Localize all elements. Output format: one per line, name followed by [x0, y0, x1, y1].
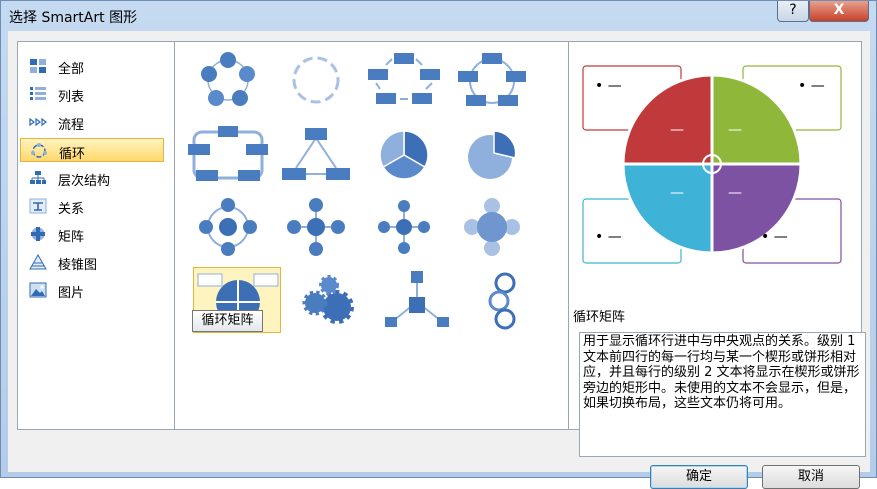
preview-quadrant-label: — — [670, 185, 684, 201]
multidirectional-cycle-thumbnail — [282, 128, 350, 180]
category-label: 循环 — [59, 147, 86, 162]
gear-thumbnail — [302, 275, 354, 324]
preview-bullet-top-right: • — — [798, 78, 825, 94]
layout-chevron-cycle[interactable] — [461, 267, 549, 333]
category-label: 棱锥图 — [58, 258, 98, 273]
block-cycle-thumbnail — [368, 53, 440, 104]
layout-pie[interactable] — [448, 122, 536, 188]
title-bar: 选择 SmartArt 图形 ? X — [1, 1, 876, 31]
layout-multidirectional-cycle[interactable] — [272, 122, 360, 188]
radial-venn-thumbnail — [464, 198, 520, 256]
layout-diverging-radial[interactable] — [360, 194, 448, 260]
radial-cycle-thumbnail — [199, 198, 257, 256]
layout-basic-radial[interactable] — [272, 194, 360, 260]
category-all[interactable]: 全部 — [20, 54, 164, 78]
segmented-cycle-thumbnail — [379, 130, 429, 180]
process-arrows-icon — [29, 117, 47, 127]
layout-basic-cycle[interactable] — [184, 47, 272, 113]
cancel-button[interactable]: 取消 — [762, 465, 860, 489]
layout-gear[interactable] — [285, 267, 373, 333]
preview-description: 用于显示循环行进中与中央观点的关系。级别 1 文本前四行的每一行均与某一个楔形或… — [579, 332, 866, 457]
category-label: 图片 — [58, 286, 85, 301]
help-button[interactable]: ? — [777, 1, 809, 22]
relationship-icon — [29, 198, 47, 214]
preview-title: 循环矩阵 — [573, 310, 626, 325]
category-label: 矩阵 — [58, 230, 85, 245]
window-title: 选择 SmartArt 图形 — [9, 10, 138, 26]
cycle-icon — [31, 143, 47, 158]
grid-all-icon — [30, 59, 46, 73]
category-label: 关系 — [58, 202, 85, 217]
category-matrix[interactable]: 矩阵 — [20, 222, 164, 246]
category-label: 流程 — [58, 118, 85, 133]
matrix-icon — [31, 227, 45, 241]
picture-icon — [29, 282, 47, 298]
category-relationship[interactable]: 关系 — [20, 194, 164, 218]
text-cycle-thumbnail — [292, 56, 340, 104]
layout-radial-cycle[interactable] — [184, 194, 272, 260]
category-picture[interactable]: 图片 — [20, 278, 164, 302]
preview-bullet-bottom-left: • — — [595, 229, 622, 245]
layout-text-cycle[interactable] — [272, 47, 360, 113]
pie-thumbnail — [468, 130, 517, 179]
converging-radial-thumbnail — [385, 271, 449, 327]
ok-button[interactable]: 确定 — [650, 465, 748, 489]
preview-bullet-top-left: • — — [595, 78, 622, 94]
category-label: 全部 — [58, 62, 85, 77]
smartart-dialog: 选择 SmartArt 图形 ? X 全部 列表 流程 循环 层次结构 关系 矩… — [0, 0, 877, 489]
category-cycle[interactable]: 循环 — [20, 138, 164, 162]
layout-block-cycle[interactable] — [360, 47, 448, 113]
pyramid-icon — [29, 254, 47, 270]
layout-gallery — [174, 41, 569, 430]
layout-nondirectional-cycle[interactable] — [448, 47, 536, 113]
basic-radial-thumbnail — [287, 198, 345, 256]
hierarchy-icon — [30, 171, 46, 184]
category-label: 列表 — [58, 90, 85, 105]
category-list: 全部 列表 流程 循环 层次结构 关系 矩阵 棱锥图 图片 — [17, 41, 175, 430]
nondirectional-cycle-thumbnail — [458, 53, 526, 106]
category-list-item[interactable]: 列表 — [20, 82, 164, 106]
layout-segmented-cycle[interactable] — [360, 122, 448, 188]
category-hierarchy[interactable]: 层次结构 — [20, 166, 164, 190]
category-pyramid[interactable]: 棱锥图 — [20, 250, 164, 274]
preview-quadrant-label: — — [670, 122, 684, 138]
category-label: 层次结构 — [58, 174, 111, 189]
continuous-cycle-thumbnail — [188, 126, 268, 181]
preview-quadrant-label: — — [728, 185, 742, 201]
diverging-radial-thumbnail — [378, 200, 430, 254]
close-button[interactable]: X — [809, 1, 869, 22]
layout-radial-venn[interactable] — [448, 194, 536, 260]
preview-quadrant-label: — — [728, 122, 742, 138]
category-process[interactable]: 流程 — [20, 110, 164, 134]
layout-continuous-cycle[interactable] — [184, 122, 272, 188]
basic-cycle-thumbnail — [201, 52, 255, 106]
chevron-cycle-thumbnail — [488, 272, 516, 330]
tooltip: 循环矩阵 — [192, 310, 263, 332]
preview-bullet-bottom-right: • — — [761, 229, 788, 245]
layout-converging-radial[interactable] — [373, 267, 461, 333]
dialog-body: 全部 列表 流程 循环 层次结构 关系 矩阵 棱锥图 图片 • — • — • … — [8, 31, 870, 489]
list-icon — [30, 87, 46, 100]
